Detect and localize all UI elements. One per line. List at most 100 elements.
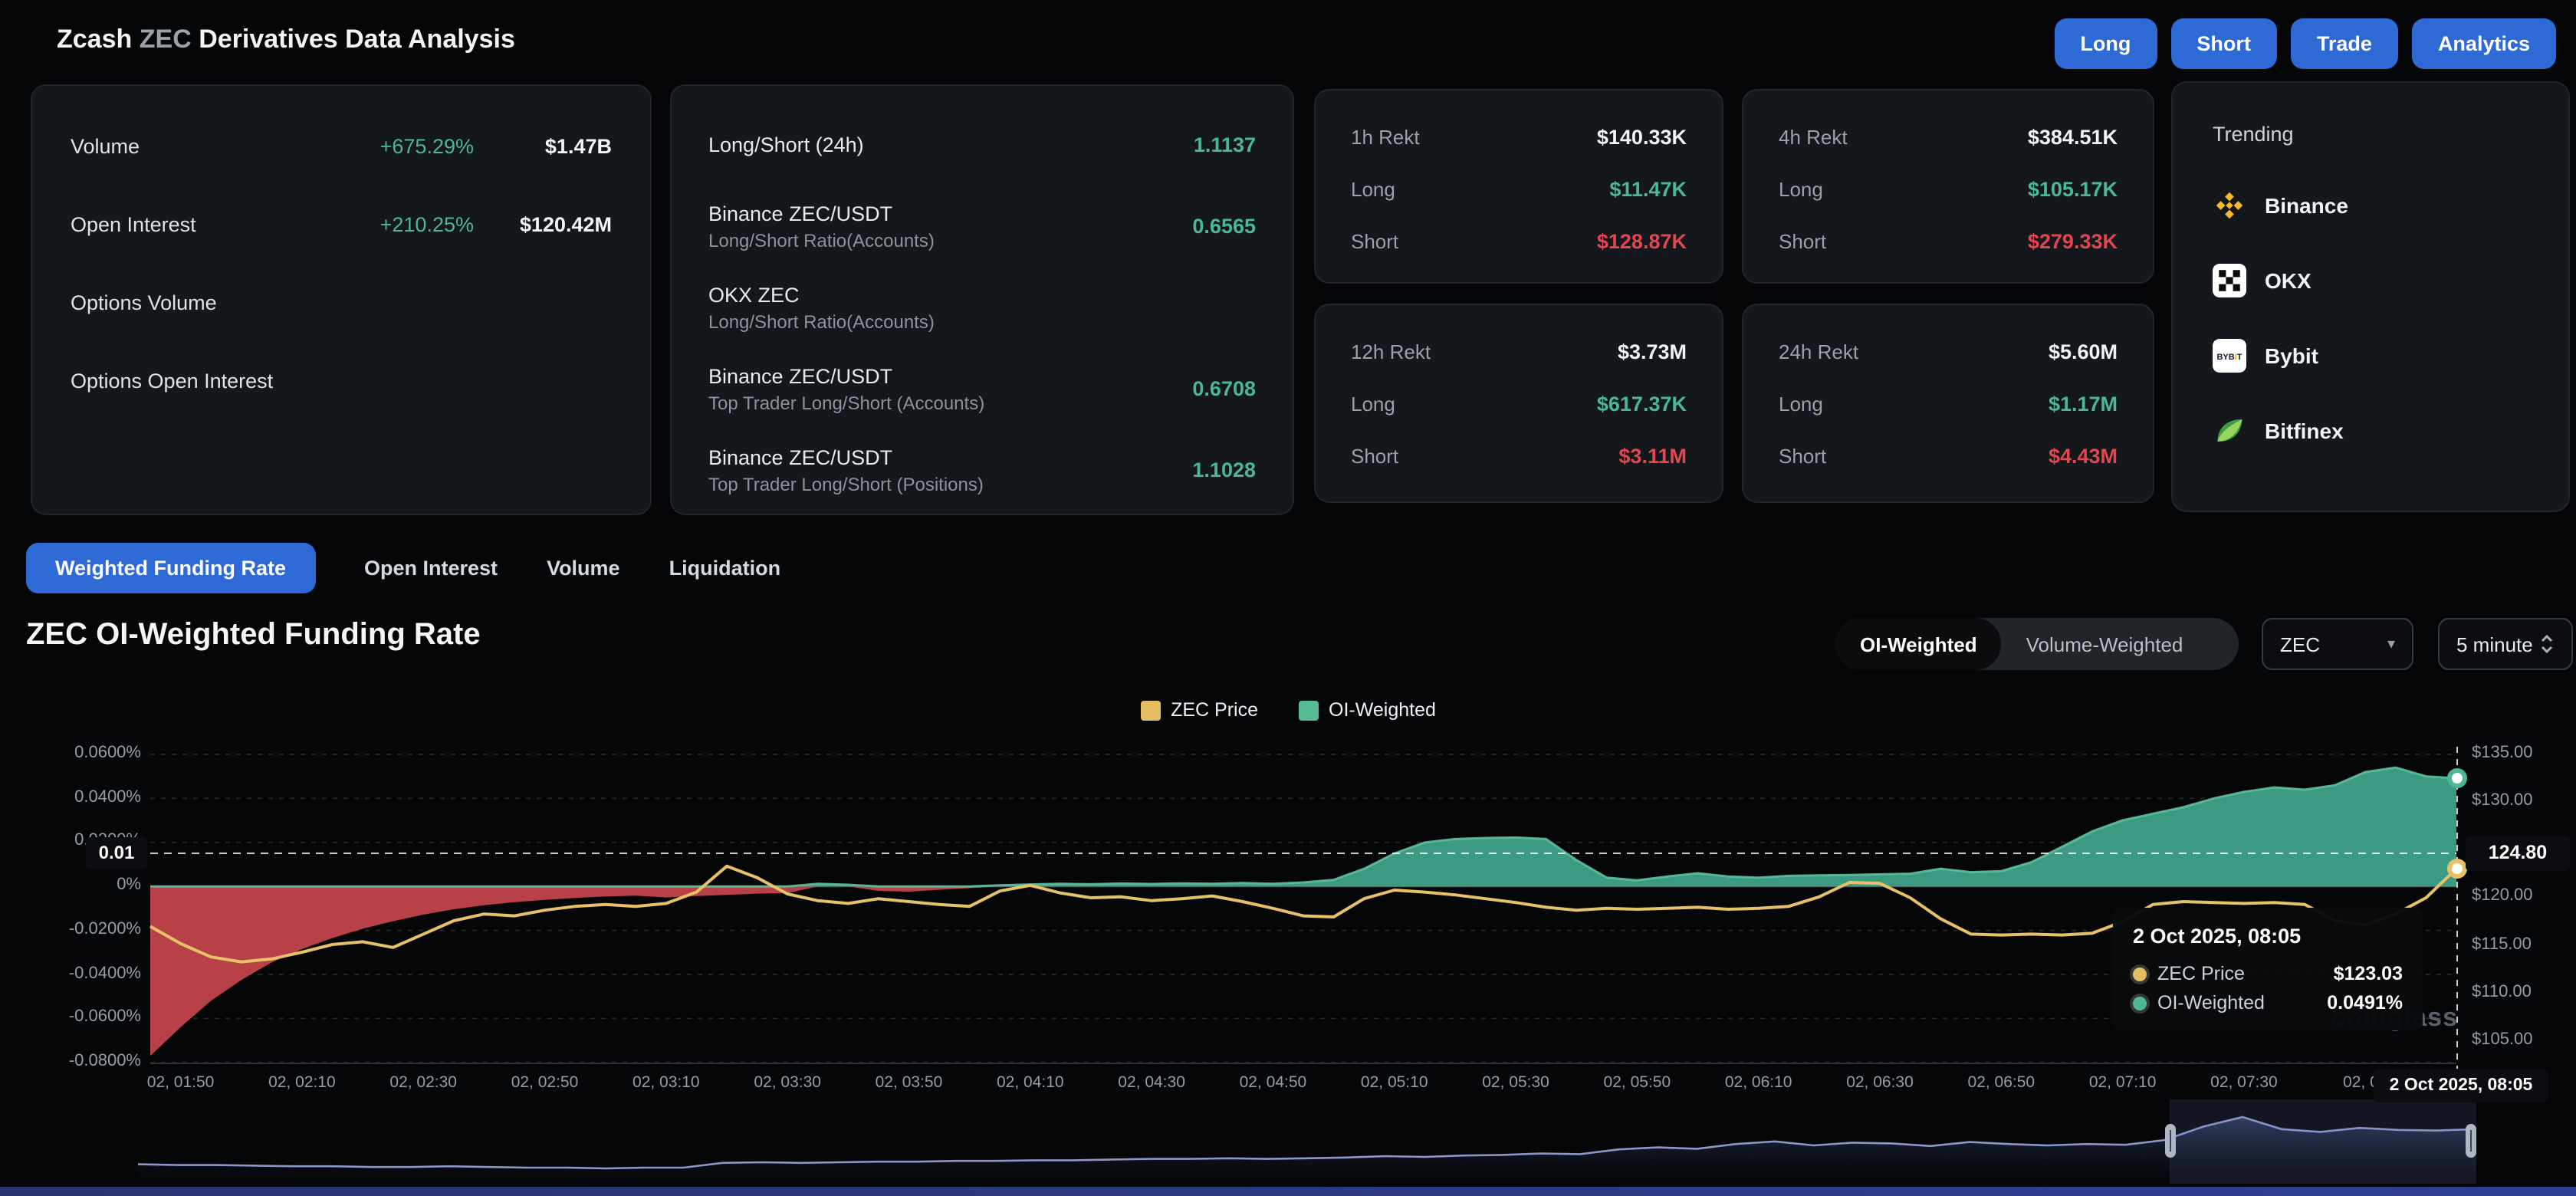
options-volume-row: Options Volume xyxy=(32,264,650,342)
interval-select[interactable]: 5 minute xyxy=(2438,618,2573,670)
rekt-12h-short-label: Short xyxy=(1351,444,1398,467)
title-rest: Derivatives Data Analysis xyxy=(199,25,515,54)
long-button[interactable]: Long xyxy=(2054,18,2157,69)
tooltip-timestamp: 2 Oct 2025, 08:05 xyxy=(2133,925,2403,948)
symbol-select-value: ZEC xyxy=(2280,632,2320,656)
options-volume-label: Options Volume xyxy=(71,291,313,314)
tab-liquidation[interactable]: Liquidation xyxy=(669,557,780,580)
left-axis-tick: 0.0400% xyxy=(74,787,141,806)
rekt-24h-short-value: $4.43M xyxy=(2049,444,2118,467)
trending-name-bybit: Bybit xyxy=(2265,343,2318,367)
funding-rate-chart[interactable] xyxy=(150,747,2456,1064)
rekt-12h-short-value: $3.11M xyxy=(1618,444,1687,467)
binance-ls-accounts-label: Binance ZEC/USDT xyxy=(708,202,1192,225)
x-axis-tick: 02, 03:10 xyxy=(632,1073,700,1092)
x-axis-tick: 02, 07:30 xyxy=(2210,1073,2278,1092)
trending-item-bybit[interactable]: BYBIT Bybit xyxy=(2173,317,2568,393)
rekt-24h-card: 24h Rekt$5.60M Long$1.17M Short$4.43M xyxy=(1742,304,2154,503)
rekt-4h-label: 4h Rekt xyxy=(1779,125,1848,148)
ls-24h-row: Long/Short (24h) 1.1137 xyxy=(672,104,1293,186)
long-short-ratio-card: Long/Short (24h) 1.1137 Binance ZEC/USDT… xyxy=(670,84,1294,515)
navigator-right-handle[interactable] xyxy=(2465,1124,2476,1158)
chart-navigator[interactable] xyxy=(138,1099,2476,1184)
rekt-12h-long-value: $617.37K xyxy=(1597,392,1687,415)
trending-item-bitfinex[interactable]: Bitfinex xyxy=(2173,393,2568,468)
crosshair-vertical-line xyxy=(2456,747,2458,1101)
tooltip-oi-weighted-value: 0.0491% xyxy=(2327,992,2403,1014)
binance-top-accounts-label: Binance ZEC/USDT xyxy=(708,364,1192,387)
bottom-scroll-strip[interactable] xyxy=(0,1187,2576,1196)
rekt-12h-card: 12h Rekt $3.73M Long $617.37K Short $3.11M xyxy=(1314,304,1723,503)
crosshair-x-axis-label: 2 Oct 2025, 08:05 xyxy=(2374,1069,2548,1102)
trade-button[interactable]: Trade xyxy=(2291,18,2398,69)
binance-top-accounts-value: 0.6708 xyxy=(1192,377,1256,400)
rekt-4h-total: $384.51K xyxy=(2028,125,2118,148)
up-down-chevrons-icon xyxy=(2539,633,2555,655)
x-axis-tick: 02, 02:10 xyxy=(268,1073,336,1092)
rekt-12h-total: $3.73M xyxy=(1618,340,1687,363)
x-axis-tick: 02, 02:50 xyxy=(511,1073,579,1092)
tab-volume[interactable]: Volume xyxy=(547,557,620,580)
rekt-4h-card: 4h Rekt$384.51K Long$105.17K Short$279.3… xyxy=(1742,89,2154,284)
left-axis-tick: 0% xyxy=(117,876,141,894)
left-axis-tick: -0.0400% xyxy=(69,964,141,982)
rekt-1h-short-value: $128.87K xyxy=(1597,229,1687,252)
legend-oi-weighted[interactable]: OI-Weighted xyxy=(1298,699,1436,721)
tooltip-zec-price-dot-icon xyxy=(2133,967,2147,981)
tab-open-interest[interactable]: Open Interest xyxy=(364,557,498,580)
tab-weighted-funding-rate[interactable]: Weighted Funding Rate xyxy=(26,543,315,593)
navigator-selection-window[interactable] xyxy=(2170,1099,2476,1184)
toggle-oi-weighted[interactable]: OI-Weighted xyxy=(1835,618,2002,670)
page-title: Zcash ZEC Derivatives Data Analysis xyxy=(57,25,515,55)
tooltip-row-oi-weighted: OI-Weighted 0.0491% xyxy=(2133,992,2403,1014)
bitfinex-icon xyxy=(2213,413,2246,447)
trending-name-binance: Binance xyxy=(2265,192,2348,217)
rekt-1h-long-label: Long xyxy=(1351,177,1395,200)
chart-tooltip: 2 Oct 2025, 08:05 ZEC Price $123.03 OI-W… xyxy=(2113,908,2423,1030)
section-tabs: Weighted Funding Rate Open Interest Volu… xyxy=(26,543,780,593)
binance-top-positions-label: Binance ZEC/USDT xyxy=(708,445,1192,468)
x-axis-tick: 02, 04:50 xyxy=(1240,1073,1307,1092)
x-axis-tick: 02, 02:30 xyxy=(389,1073,457,1092)
left-axis-tick: -0.0800% xyxy=(69,1052,141,1070)
tooltip-zec-price-label: ZEC Price xyxy=(2157,963,2323,984)
legend-zec-price[interactable]: ZEC Price xyxy=(1140,699,1258,721)
binance-ls-accounts-value: 0.6565 xyxy=(1192,215,1256,238)
rekt-4h-long-value: $105.17K xyxy=(2028,177,2118,200)
open-interest-change: +210.25% xyxy=(313,213,474,236)
rekt-1h-total: $140.33K xyxy=(1597,125,1687,148)
x-axis-tick: 02, 07:10 xyxy=(2089,1073,2157,1092)
coin-symbol: ZEC xyxy=(140,25,192,54)
right-axis-tick: $110.00 xyxy=(2472,983,2532,1001)
rekt-1h-long-value: $11.47K xyxy=(1609,177,1687,200)
interval-select-value: 5 minute xyxy=(2456,632,2533,656)
tooltip-row-zec-price: ZEC Price $123.03 xyxy=(2133,963,2403,984)
derivatives-dashboard: Zcash ZEC Derivatives Data Analysis Long… xyxy=(0,0,2576,1196)
navigator-left-handle[interactable] xyxy=(2164,1124,2175,1158)
ls-24h-value: 1.1137 xyxy=(1194,133,1256,156)
short-button[interactable]: Short xyxy=(2170,18,2277,69)
analytics-button[interactable]: Analytics xyxy=(2412,18,2556,69)
trending-item-okx[interactable]: OKX xyxy=(2173,242,2568,317)
trending-item-binance[interactable]: Binance xyxy=(2173,167,2568,242)
rekt-12h-long-label: Long xyxy=(1351,392,1395,415)
left-axis-tick: -0.0200% xyxy=(69,920,141,938)
x-axis-tick: 02, 04:10 xyxy=(997,1073,1064,1092)
x-axis-tick: 02, 06:10 xyxy=(1725,1073,1792,1092)
x-axis-tick: 02, 05:10 xyxy=(1361,1073,1428,1092)
toggle-volume-weighted[interactable]: Volume-Weighted xyxy=(2002,618,2208,670)
rekt-4h-long-label: Long xyxy=(1779,177,1823,200)
x-axis-tick: 02, 01:50 xyxy=(147,1073,215,1092)
rekt-12h-label: 12h Rekt xyxy=(1351,340,1431,363)
x-axis-tick: 02, 05:30 xyxy=(1482,1073,1549,1092)
trending-card: Trending Binance OKX BYBIT Bybit xyxy=(2171,81,2570,512)
header-actions: Long Short Trade Analytics xyxy=(2054,18,2556,69)
left-axis-tick: 0.0600% xyxy=(74,744,141,762)
rekt-24h-label: 24h Rekt xyxy=(1779,340,1858,363)
volume-row: Volume +675.29% $1.47B xyxy=(32,107,650,186)
okx-ls-accounts-row: OKX ZEC Long/Short Ratio(Accounts) xyxy=(672,267,1293,348)
rekt-24h-long-value: $1.17M xyxy=(2049,392,2118,415)
binance-ls-accounts-row: Binance ZEC/USDT Long/Short Ratio(Accoun… xyxy=(672,186,1293,267)
x-axis-tick: 02, 05:50 xyxy=(1604,1073,1671,1092)
symbol-select[interactable]: ZEC ▾ xyxy=(2262,618,2413,670)
